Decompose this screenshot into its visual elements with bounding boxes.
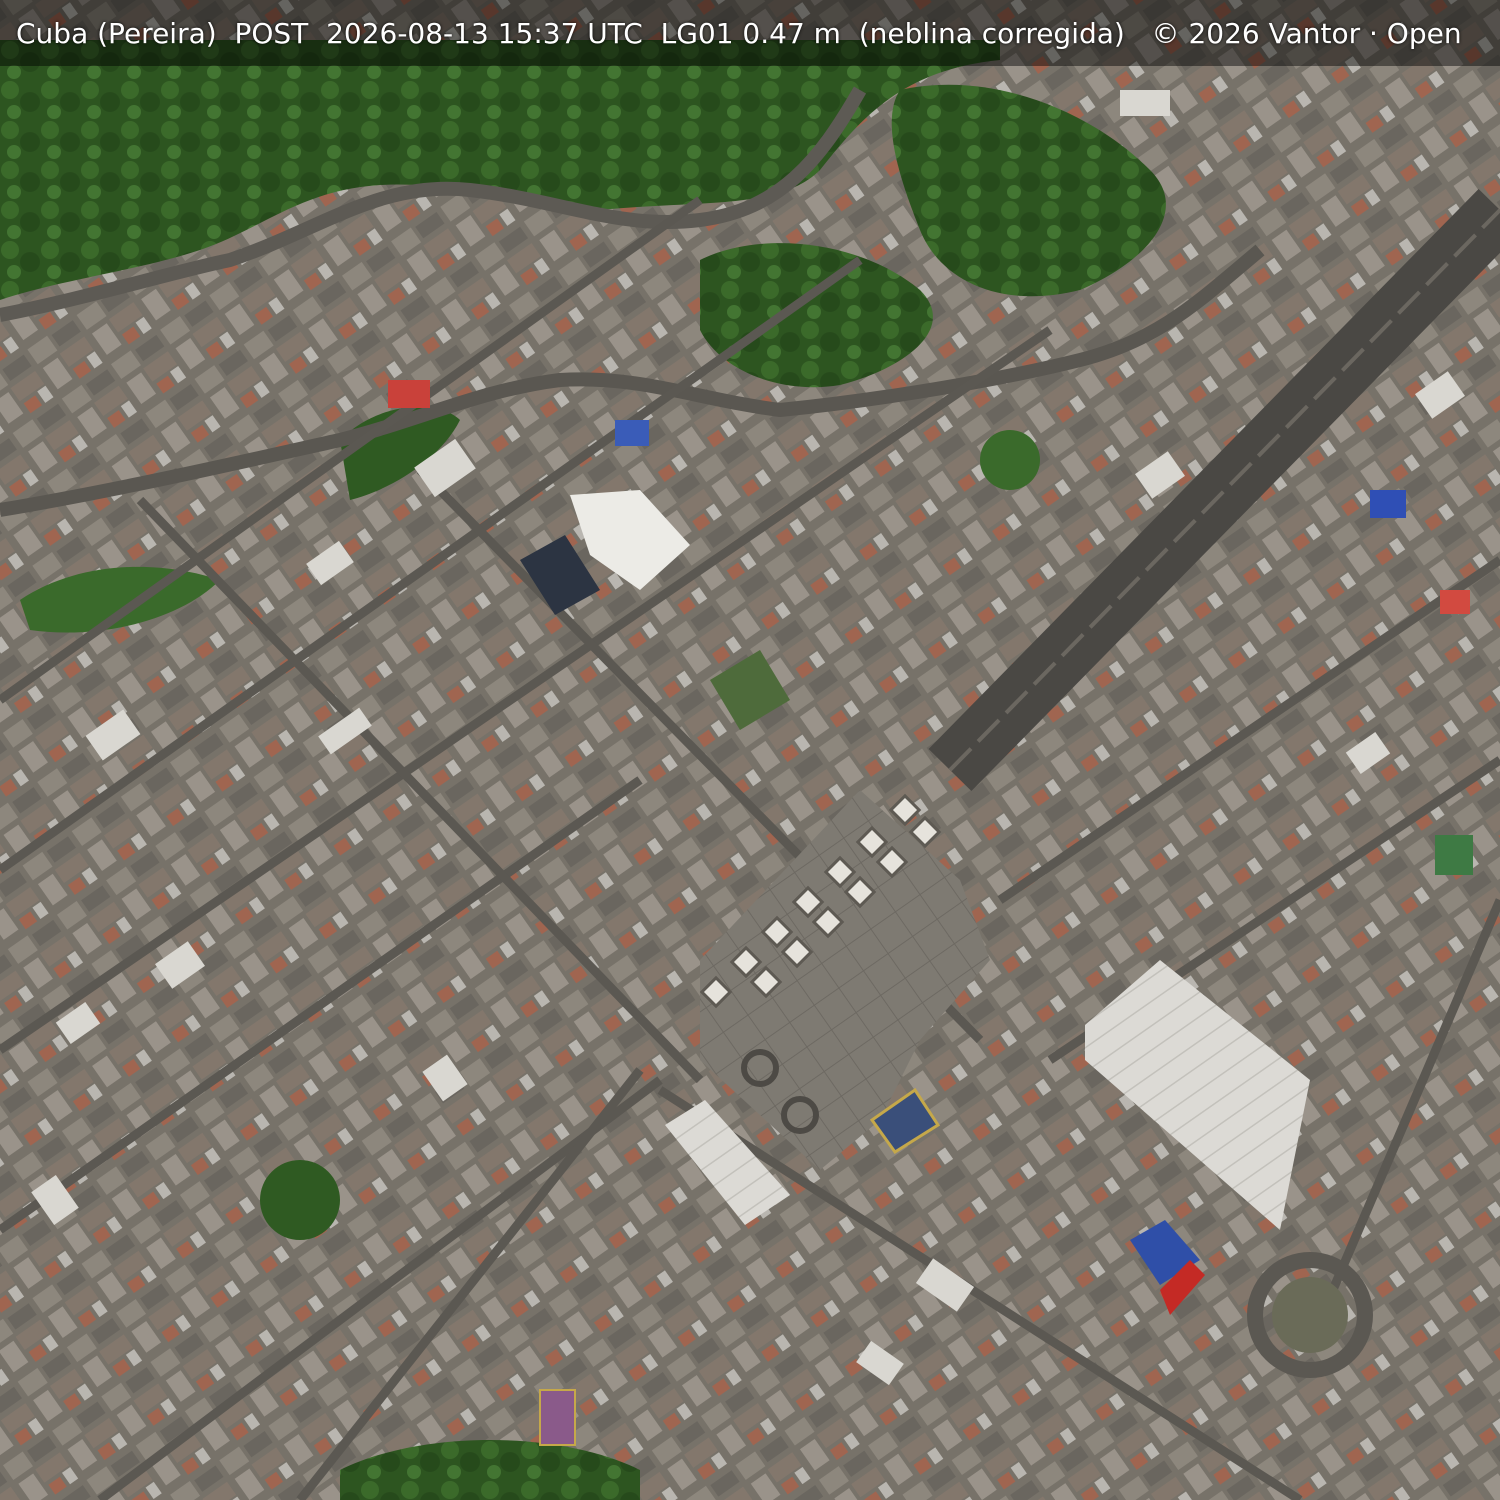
tree-cluster bbox=[260, 1160, 340, 1240]
blue-roof bbox=[1370, 490, 1406, 518]
red-roof bbox=[388, 380, 430, 408]
green-court bbox=[1435, 835, 1473, 875]
roundabout-island bbox=[1272, 1277, 1348, 1353]
tree-cluster bbox=[980, 430, 1040, 490]
court bbox=[539, 1389, 576, 1446]
red-roof bbox=[1440, 590, 1470, 614]
satellite-image bbox=[0, 0, 1500, 1500]
blue-roof bbox=[615, 420, 649, 446]
image-caption: Cuba (Pereira) POST 2026-08-13 15:37 UTC… bbox=[16, 17, 1462, 50]
caption-bar: Cuba (Pereira) POST 2026-08-13 15:37 UTC… bbox=[0, 0, 1500, 66]
